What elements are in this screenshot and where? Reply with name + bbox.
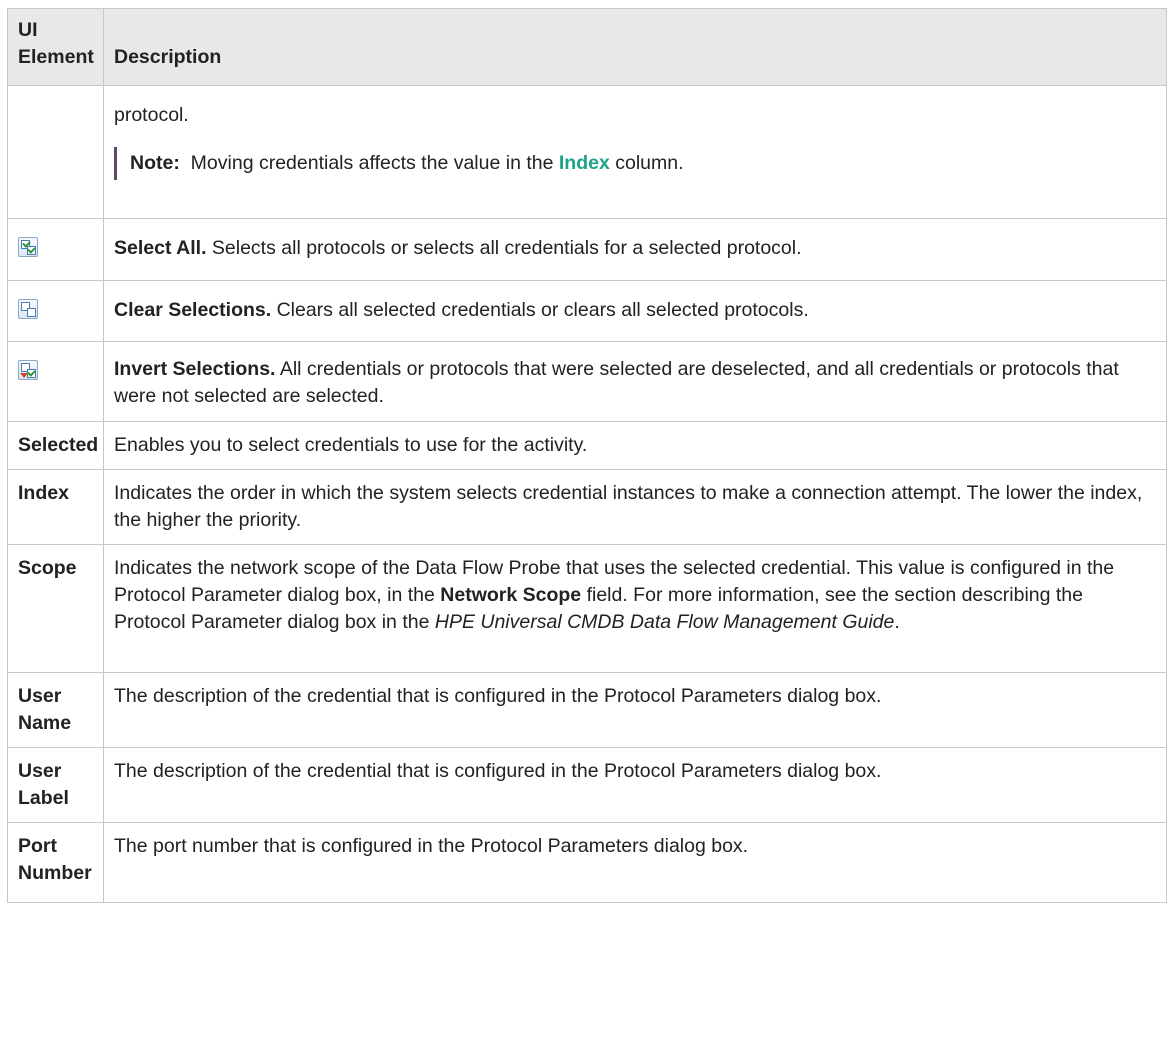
table-row: Index Indicates the order in which the s… bbox=[7, 469, 1167, 545]
description-cell: Invert Selections. All credentials or pr… bbox=[103, 341, 1167, 422]
element-label: User Name bbox=[7, 672, 104, 748]
table-row: Invert Selections. All credentials or pr… bbox=[7, 341, 1167, 422]
element-label: Scope bbox=[7, 544, 104, 673]
note-text-before: Moving credentials affects the value in … bbox=[190, 152, 554, 174]
table-row: User Name The description of the credent… bbox=[7, 672, 1167, 748]
row-text: Indicates the order in which the system … bbox=[103, 469, 1167, 545]
row-text: The description of the credential that i… bbox=[103, 672, 1167, 748]
network-scope-field: Network Scope bbox=[440, 584, 582, 606]
clear-selections-icon bbox=[18, 299, 38, 319]
ui-element-table: UI Element Description protocol. Note: M… bbox=[7, 8, 1167, 903]
select-all-icon bbox=[18, 237, 38, 257]
table-row: Scope Indicates the network scope of the… bbox=[7, 544, 1167, 673]
description-cell: protocol. Note: Moving credentials affec… bbox=[103, 85, 1167, 219]
description-cell: Clear Selections. Clears all selected cr… bbox=[103, 280, 1167, 342]
table-header-row: UI Element Description bbox=[7, 8, 1167, 86]
row-title: Clear Selections. bbox=[114, 299, 272, 321]
row-text: Selects all protocols or selects all cre… bbox=[211, 237, 802, 259]
description-cell: Select All. Selects all protocols or sel… bbox=[103, 218, 1167, 281]
column-header-description: Description bbox=[103, 8, 1167, 86]
index-link[interactable]: Index bbox=[559, 152, 610, 174]
row-text-end: . bbox=[894, 611, 900, 633]
row-text: The description of the credential that i… bbox=[103, 747, 1167, 823]
row-title: Select All. bbox=[114, 237, 207, 259]
note-text-after: column. bbox=[615, 152, 684, 174]
element-label: Selected bbox=[7, 421, 104, 470]
element-label: Port Number bbox=[7, 822, 104, 903]
element-label: Index bbox=[7, 469, 104, 545]
element-cell-icon bbox=[7, 280, 104, 342]
element-cell-icon bbox=[7, 218, 104, 281]
note-label: Note: bbox=[130, 152, 180, 174]
table-row: Clear Selections. Clears all selected cr… bbox=[7, 280, 1167, 342]
element-label: User Label bbox=[7, 747, 104, 823]
row-text: protocol. bbox=[114, 104, 189, 126]
guide-title: HPE Universal CMDB Data Flow Management … bbox=[434, 611, 895, 633]
note-block: Note: Moving credentials affects the val… bbox=[114, 147, 1156, 180]
description-cell: Indicates the network scope of the Data … bbox=[103, 544, 1167, 673]
table-row: Port Number The port number that is conf… bbox=[7, 822, 1167, 903]
table-row: Selected Enables you to select credentia… bbox=[7, 421, 1167, 470]
column-header-ui-element: UI Element bbox=[7, 8, 104, 86]
element-cell-empty bbox=[7, 85, 104, 219]
table-row: User Label The description of the creden… bbox=[7, 747, 1167, 823]
row-text: The port number that is configured in th… bbox=[103, 822, 1167, 903]
invert-selections-icon bbox=[18, 360, 38, 380]
row-text: Enables you to select credentials to use… bbox=[103, 421, 1167, 470]
table-row: protocol. Note: Moving credentials affec… bbox=[7, 85, 1167, 219]
table-row: Select All. Selects all protocols or sel… bbox=[7, 218, 1167, 281]
element-cell-icon bbox=[7, 341, 104, 422]
row-title: Invert Selections. bbox=[114, 358, 276, 380]
row-text: Clears all selected credentials or clear… bbox=[276, 299, 809, 321]
